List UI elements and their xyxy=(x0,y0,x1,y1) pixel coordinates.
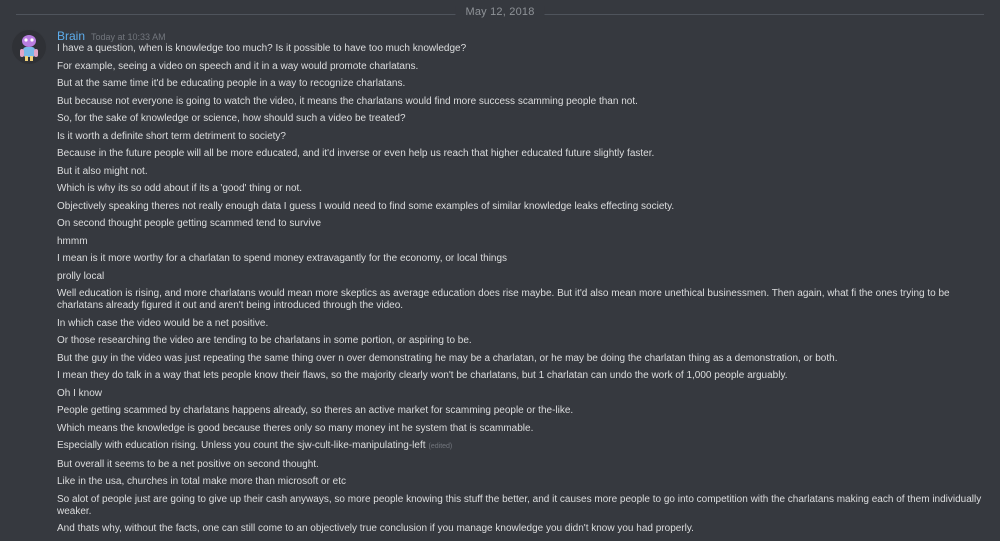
edited-indicator: (edited) xyxy=(428,443,453,450)
message-text: hmmm xyxy=(57,235,88,247)
message-text: Oh I know xyxy=(57,387,103,399)
message-text: Because in the future people will all be… xyxy=(57,148,655,159)
message-text: So, for the sake of knowledge or science… xyxy=(57,113,406,124)
message-text: But at the same time it'd be educating p… xyxy=(57,78,406,89)
message-text: Especially with education rising. Unless… xyxy=(57,440,426,451)
message-header: Brain Today at 10:33 AM xyxy=(57,29,166,43)
message-text: People getting scammed by charlatans hap… xyxy=(57,405,574,416)
message-text: For example, seeing a video on speech an… xyxy=(57,60,419,72)
message-text: Or those researching the video are tendi… xyxy=(57,335,472,346)
message-text: I mean they do talk in a way that lets p… xyxy=(57,370,788,381)
avatar[interactable] xyxy=(11,29,47,65)
date-divider-label: May 12, 2018 xyxy=(455,6,545,18)
message-text: In which case the video would be a net p… xyxy=(57,317,269,329)
message-text: But overall it seems to be a net positiv… xyxy=(57,458,319,470)
message-text: But the guy in the video was just repeat… xyxy=(57,352,838,364)
message-text: Well education is rising, and more charl… xyxy=(57,288,950,311)
message-text: Is it worth a definite short term detrim… xyxy=(57,130,286,142)
message-text: So alot of people just are going to give… xyxy=(57,493,982,517)
message-text: Which is why its so odd about if its a '… xyxy=(57,183,303,194)
message-text: I mean is it more worthy for a charlatan… xyxy=(57,253,508,264)
message-text: On second thought people getting scammed… xyxy=(57,218,322,229)
message-text: But because not everyone is going to wat… xyxy=(57,95,638,107)
edited-message: Especially with education rising. Unless… xyxy=(57,440,987,453)
message-text: Objectively speaking theres not really e… xyxy=(57,200,675,212)
message-text: Like in the usa, churches in total make … xyxy=(57,476,347,487)
avatar-image xyxy=(11,29,47,65)
message-text: Which means the knowledge is good becaus… xyxy=(57,422,534,434)
message-text: prolly local xyxy=(57,270,105,282)
timestamp: Today at 10:33 AM xyxy=(91,32,166,42)
message-text: But it also might not. xyxy=(57,165,148,177)
message-list: I have a question, when is knowledge too… xyxy=(57,43,987,541)
message-text: And thats why, without the facts, one ca… xyxy=(57,523,694,534)
username[interactable]: Brain xyxy=(57,29,85,43)
message-text: I have a question, when is knowledge too… xyxy=(57,43,467,54)
